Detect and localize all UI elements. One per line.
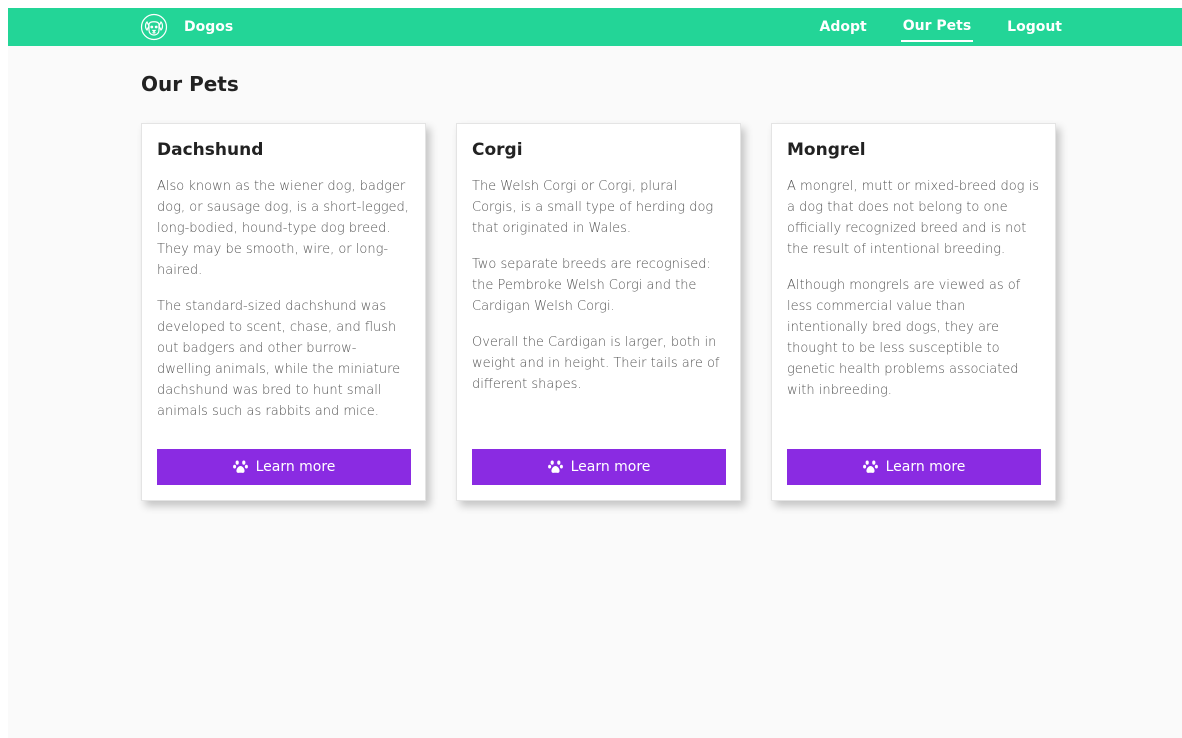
card-paragraph: Although mongrels are viewed as of less … bbox=[787, 278, 1021, 398]
pet-card-corgi: Corgi The Welsh Corgi or Corgi, plural C… bbox=[456, 123, 741, 501]
pet-card-dachshund: Dachshund Also known as the wiener dog, … bbox=[141, 123, 426, 501]
app-viewport: Dogos Adopt Our Pets Logout Our Pets Dac… bbox=[8, 8, 1182, 738]
learn-more-button[interactable]: Learn more bbox=[157, 449, 411, 485]
dog-face-icon bbox=[140, 13, 168, 41]
learn-more-label: Learn more bbox=[885, 459, 966, 475]
top-navbar: Dogos Adopt Our Pets Logout bbox=[8, 8, 1182, 46]
learn-more-label: Learn more bbox=[570, 459, 651, 475]
card-title: Corgi bbox=[472, 140, 523, 160]
card-paragraph: The standard-sized dachshund was develop… bbox=[157, 299, 401, 419]
card-paragraph: Two separate breeds are recognised: the … bbox=[472, 257, 711, 314]
nav-link-adopt[interactable]: Adopt bbox=[818, 17, 869, 41]
learn-more-button[interactable]: Learn more bbox=[472, 449, 726, 485]
paw-icon bbox=[547, 460, 563, 474]
card-paragraph: Also known as the wiener dog, badger dog… bbox=[157, 179, 409, 278]
nav-link-logout[interactable]: Logout bbox=[1005, 17, 1064, 41]
page-title: Our Pets bbox=[141, 72, 239, 96]
card-paragraph: A mongrel, mutt or mixed-breed dog is a … bbox=[787, 179, 1040, 257]
nav-links: Adopt Our Pets Logout bbox=[818, 8, 1064, 46]
card-title: Mongrel bbox=[787, 140, 866, 160]
card-paragraph: Overall the Cardigan is larger, both in … bbox=[472, 335, 720, 392]
paw-icon bbox=[862, 460, 878, 474]
nav-link-our-pets[interactable]: Our Pets bbox=[900, 16, 974, 42]
brand-link[interactable]: Dogos bbox=[140, 13, 233, 41]
learn-more-button[interactable]: Learn more bbox=[787, 449, 1041, 485]
navbar-inner: Dogos Adopt Our Pets Logout bbox=[140, 8, 1064, 46]
pet-cards: Dachshund Also known as the wiener dog, … bbox=[141, 123, 1056, 501]
pet-card-mongrel: Mongrel A mongrel, mutt or mixed-breed d… bbox=[771, 123, 1056, 501]
brand-name: Dogos bbox=[184, 19, 234, 35]
card-paragraph: The Welsh Corgi or Corgi, plural Corgis,… bbox=[472, 179, 714, 236]
card-title: Dachshund bbox=[157, 140, 264, 160]
paw-icon bbox=[232, 460, 248, 474]
learn-more-label: Learn more bbox=[255, 459, 336, 475]
